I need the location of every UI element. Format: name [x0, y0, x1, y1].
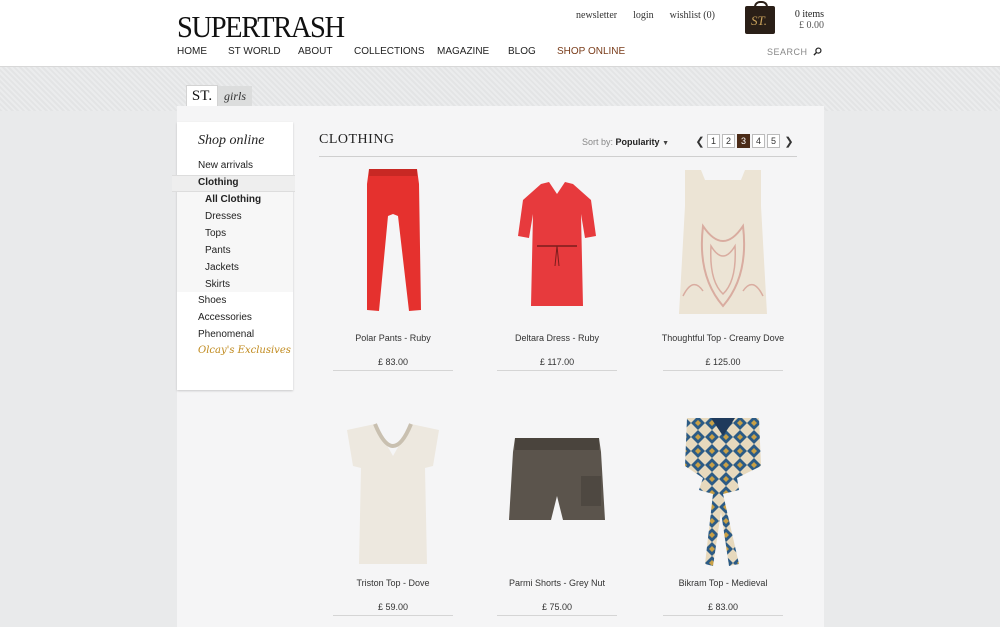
nav-blog[interactable]: BLOG: [508, 46, 557, 57]
search-input[interactable]: SEARCH: [767, 47, 808, 57]
product-price: £ 59.00: [377, 602, 409, 612]
page-1[interactable]: 1: [707, 134, 720, 148]
divider: [319, 156, 797, 157]
sidebar-item-clothing[interactable]: Clothing: [198, 177, 239, 188]
sidebar-item-accessories[interactable]: Accessories: [198, 312, 252, 323]
sort-label: Sort by:: [582, 137, 614, 147]
pattern-band: [0, 67, 1000, 111]
page-3-current[interactable]: 3: [737, 134, 750, 148]
next-page-icon[interactable]: ❯: [782, 135, 796, 148]
shopping-bag-icon[interactable]: ST.: [745, 1, 775, 34]
sidebar-item-phenomenal[interactable]: Phenomenal: [198, 329, 254, 340]
cart-item-count[interactable]: 0 items: [780, 9, 824, 20]
product-price: £ 83.00: [707, 602, 739, 612]
main-nav: HOME ST WORLD ABOUT COLLECTIONS MAGAZINE…: [177, 46, 625, 57]
page-5[interactable]: 5: [767, 134, 780, 148]
product-price: £ 125.00: [705, 357, 741, 367]
sidebar-item-shoes[interactable]: Shoes: [198, 295, 226, 306]
product-image-bikram-top[interactable]: [663, 416, 783, 566]
product-name[interactable]: Bikram Top - Medieval: [643, 578, 803, 588]
sidebar-subitem-skirts[interactable]: Skirts: [205, 279, 230, 290]
tab-st[interactable]: ST.: [186, 85, 218, 107]
sort-value: Popularity: [615, 137, 660, 147]
product-divider: [663, 370, 783, 371]
nav-collections[interactable]: COLLECTIONS: [354, 46, 437, 57]
page-4[interactable]: 4: [752, 134, 765, 148]
product-name[interactable]: Parmi Shorts - Grey Nut: [477, 578, 637, 588]
sidebar-item-new-arrivals[interactable]: New arrivals: [198, 160, 253, 171]
product-divider: [497, 615, 617, 616]
login-link[interactable]: login: [633, 10, 654, 21]
nav-st-world[interactable]: ST WORLD: [228, 46, 298, 57]
sidebar-subitem-all-clothing[interactable]: All Clothing: [205, 194, 261, 205]
nav-shop-online[interactable]: SHOP ONLINE: [557, 46, 625, 57]
newsletter-link[interactable]: newsletter: [576, 10, 617, 21]
product-name[interactable]: Deltara Dress - Ruby: [477, 333, 637, 343]
site-logo[interactable]: SUPERTRASH: [177, 9, 345, 45]
sidebar-subitem-pants[interactable]: Pants: [205, 245, 231, 256]
page-2[interactable]: 2: [722, 134, 735, 148]
product-image-thoughtful-top[interactable]: [663, 166, 783, 316]
product-price: £ 117.00: [539, 357, 575, 367]
pagination: ❮ 1 2 3 4 5 ❯: [693, 134, 796, 148]
tab-girls[interactable]: girls: [218, 86, 252, 107]
submenu-background: [177, 192, 293, 292]
bag-logo-text: ST.: [751, 13, 768, 28]
product-image-polar-pants[interactable]: [333, 166, 453, 316]
product-divider: [663, 615, 783, 616]
cart-total: £ 0.00: [799, 20, 824, 31]
product-price: £ 75.00: [541, 602, 573, 612]
nav-magazine[interactable]: MAGAZINE: [437, 46, 508, 57]
sidebar-subitem-dresses[interactable]: Dresses: [205, 211, 242, 222]
product-image-triston-top[interactable]: [333, 416, 453, 566]
wishlist-link[interactable]: wishlist (0): [670, 10, 715, 21]
search-icon[interactable]: [813, 47, 822, 56]
sidebar-subitem-jackets[interactable]: Jackets: [205, 262, 239, 273]
sidebar-subitem-tops[interactable]: Tops: [205, 228, 226, 239]
product-name[interactable]: Triston Top - Dove: [313, 578, 473, 588]
product-name[interactable]: Polar Pants - Ruby: [313, 333, 473, 343]
top-links: newsletter login wishlist (0): [576, 10, 715, 21]
caret-down-icon: ▼: [662, 140, 669, 147]
product-image-deltara-dress[interactable]: [497, 166, 617, 316]
product-divider: [333, 370, 453, 371]
page-title: CLOTHING: [319, 132, 395, 147]
nav-about[interactable]: ABOUT: [298, 46, 354, 57]
product-name[interactable]: Thoughtful Top - Creamy Dove: [643, 333, 803, 343]
product-divider: [333, 615, 453, 616]
sort-dropdown[interactable]: Sort by: Popularity ▼: [582, 137, 669, 147]
product-price: £ 83.00: [377, 357, 409, 367]
sidebar-title: Shop online: [198, 133, 265, 148]
product-divider: [497, 370, 617, 371]
product-image-parmi-shorts[interactable]: [497, 416, 617, 566]
sidebar-item-exclusives[interactable]: Olcay's Exclusives: [198, 345, 291, 356]
nav-home[interactable]: HOME: [177, 46, 228, 57]
prev-page-icon[interactable]: ❮: [693, 135, 707, 148]
